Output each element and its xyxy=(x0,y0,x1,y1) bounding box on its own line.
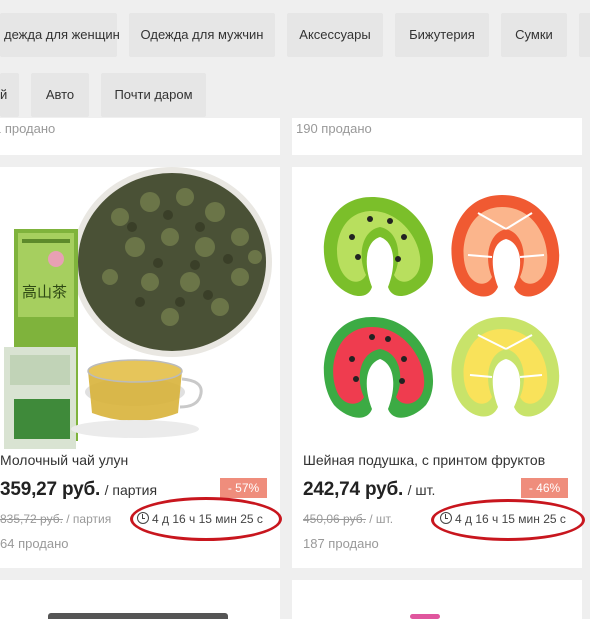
product-title[interactable]: Шейная подушка, с принтом фруктов xyxy=(303,452,545,468)
old-price: 450,06 руб. xyxy=(303,512,366,526)
category-men-clothing[interactable]: Одежда для мужчин xyxy=(129,13,275,57)
category-bags[interactable]: Сумки xyxy=(501,13,567,57)
sold-count: 187 продано xyxy=(303,536,379,551)
timer-highlight-ring xyxy=(130,497,282,541)
current-price: 242,74 руб. xyxy=(303,479,404,500)
category-jewelry[interactable]: Бижутерия xyxy=(395,13,489,57)
price-unit: / шт. xyxy=(407,482,436,498)
price-unit: / партия xyxy=(104,482,158,498)
product-image-tea[interactable]: 高山茶 xyxy=(0,167,280,449)
timer-highlight-ring xyxy=(431,499,585,541)
discount-badge: - 57% xyxy=(220,478,267,498)
price-row: 359,27 руб. / партия xyxy=(0,479,157,501)
product-card-bottom-left[interactable] xyxy=(0,580,280,619)
category-partial[interactable]: й xyxy=(0,73,19,117)
old-price-unit: / партия xyxy=(66,512,112,526)
category-accessories[interactable]: Аксессуары xyxy=(287,13,383,57)
product-title[interactable]: Молочный чай улун xyxy=(0,452,128,468)
product-image-pillow[interactable] xyxy=(292,167,582,449)
sold-count: 190 продано xyxy=(296,121,372,136)
product-image-partial xyxy=(410,614,440,619)
product-card-top-right[interactable]: 190 продано xyxy=(292,118,582,155)
old-price-row: 835,72 руб. / партия xyxy=(0,512,111,526)
old-price-row: 450,06 руб. / шт. xyxy=(303,512,393,526)
category-almost-free[interactable]: Почти даром xyxy=(101,73,206,117)
discount-badge: - 46% xyxy=(521,478,568,498)
product-card-top-left[interactable]: 1 продано xyxy=(0,118,280,155)
category-next[interactable] xyxy=(579,13,590,57)
price-row: 242,74 руб. / шт. xyxy=(303,479,435,501)
category-auto[interactable]: Авто xyxy=(31,73,89,117)
current-price: 359,27 руб. xyxy=(0,479,101,500)
package-label: 高山茶 xyxy=(22,283,67,301)
product-image-partial xyxy=(48,613,228,619)
sold-count: 64 продано xyxy=(0,536,69,551)
old-price-unit: / шт. xyxy=(369,512,394,526)
category-women-clothing[interactable]: дежда для женщин xyxy=(0,13,120,57)
sold-count: 1 продано xyxy=(0,121,56,136)
product-card-bottom-right[interactable] xyxy=(292,580,582,619)
old-price: 835,72 руб. xyxy=(0,512,63,526)
